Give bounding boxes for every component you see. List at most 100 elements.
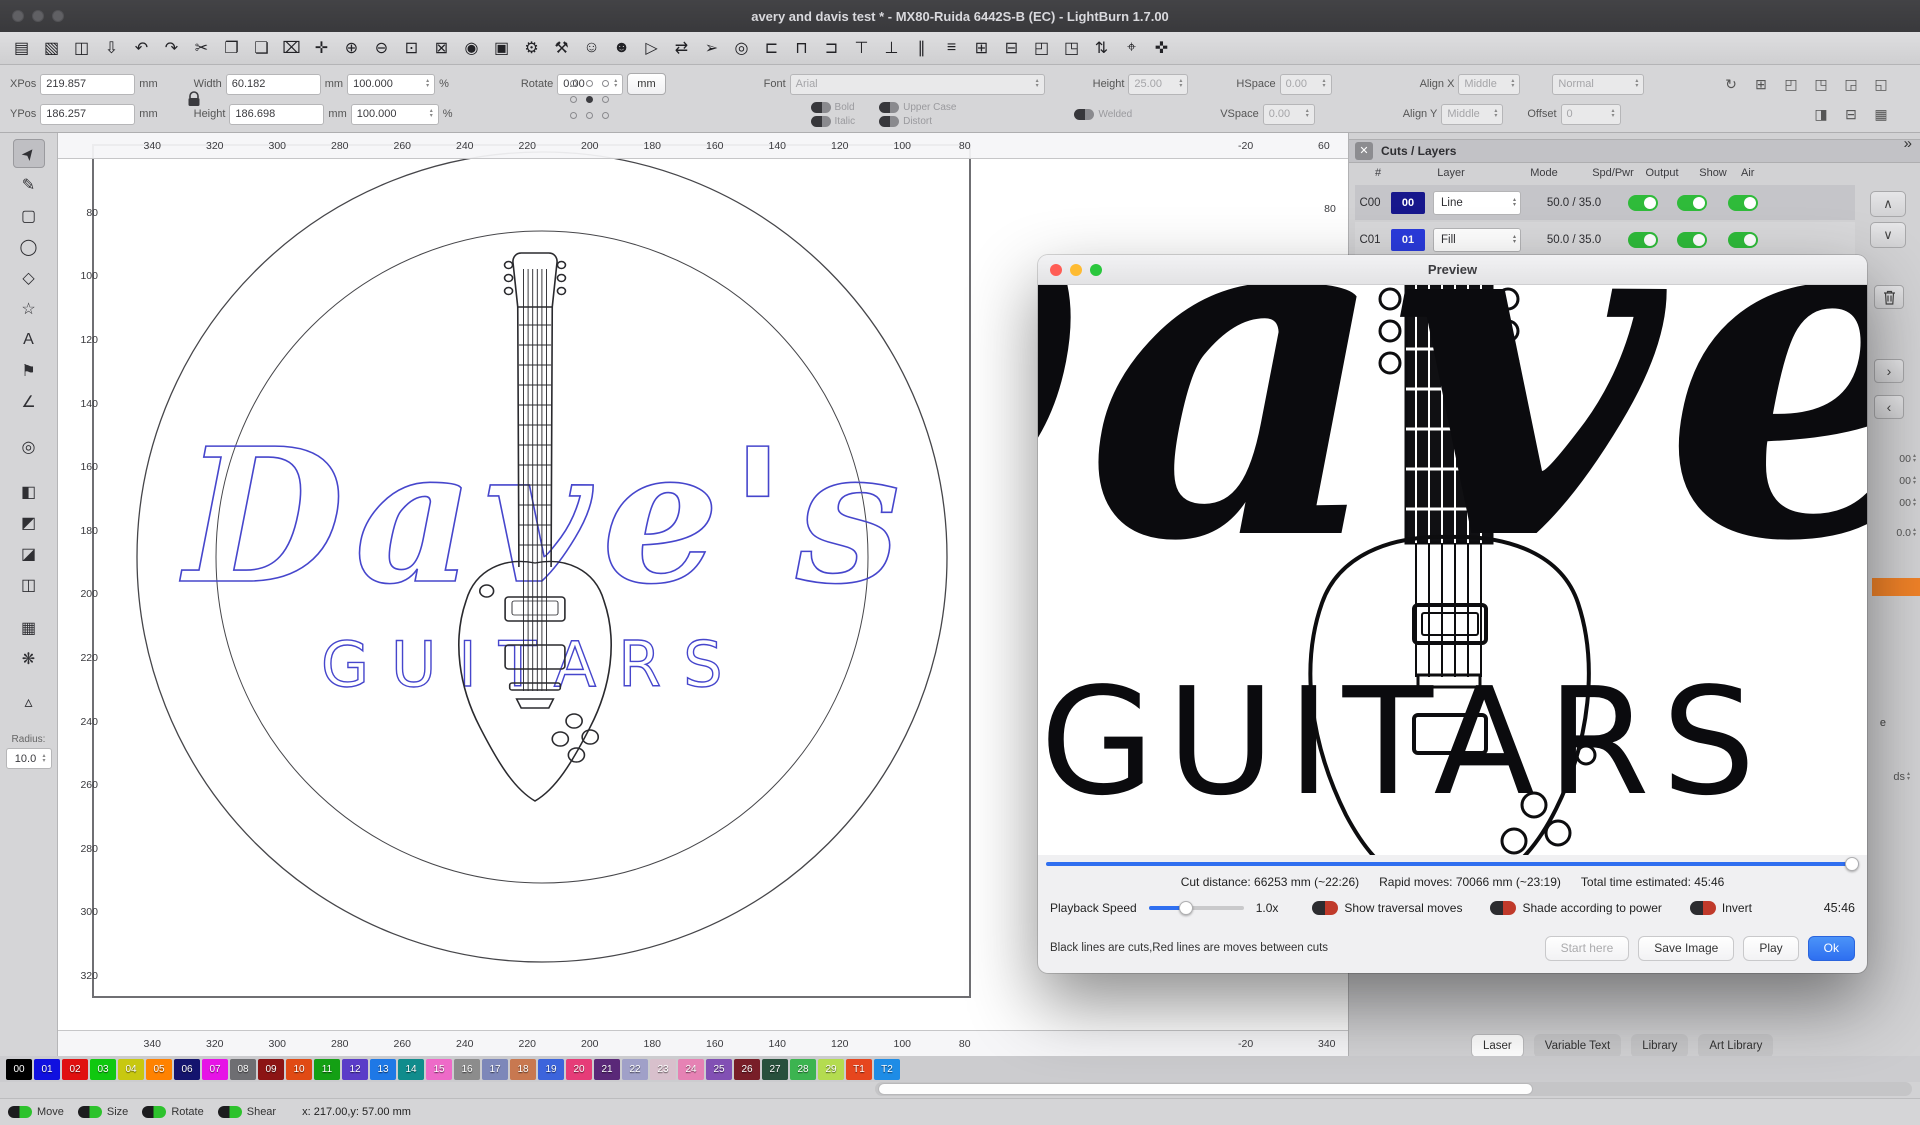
- toggle-shear[interactable]: [218, 1106, 242, 1118]
- clipped-spinbox[interactable]: 0.0▴▾: [1896, 527, 1916, 539]
- palette-swatch[interactable]: 04: [118, 1059, 144, 1080]
- width-percent-input[interactable]: 100.000▴▾: [347, 74, 435, 95]
- palette-swatch[interactable]: 27: [762, 1059, 788, 1080]
- rect-tool[interactable]: ▢: [13, 201, 45, 230]
- new-file-icon[interactable]: ▤: [8, 35, 35, 61]
- units-button[interactable]: mm: [627, 73, 665, 95]
- position-icon[interactable]: ⌖: [1118, 35, 1145, 61]
- intersect-tool[interactable]: ◪: [13, 539, 45, 568]
- ungroup-icon[interactable]: ⊟: [998, 35, 1025, 61]
- palette-swatch[interactable]: 00: [6, 1059, 32, 1080]
- toggle-move[interactable]: [8, 1106, 32, 1118]
- mode-select[interactable]: Fill▴▾: [1433, 228, 1521, 252]
- stepper-icon[interactable]: ▴▾: [1306, 109, 1309, 119]
- zoom-in-icon[interactable]: ⊕: [338, 35, 365, 61]
- camera-icon[interactable]: ◉: [458, 35, 485, 61]
- stepper-icon[interactable]: ▴▾: [1913, 528, 1916, 538]
- scrollbar-thumb[interactable]: [878, 1083, 1533, 1095]
- distribute-v-icon[interactable]: ≡: [938, 35, 965, 61]
- palette-swatch[interactable]: 12: [342, 1059, 368, 1080]
- ypos-input[interactable]: 186.257: [40, 104, 135, 125]
- align-right-icon[interactable]: ⊐: [818, 35, 845, 61]
- cut-icon[interactable]: ✂: [188, 35, 215, 61]
- palette-swatch[interactable]: 07: [202, 1059, 228, 1080]
- open-file-icon[interactable]: ▧: [38, 35, 65, 61]
- stepper-icon[interactable]: ▴▾: [614, 79, 617, 89]
- align-center-icon[interactable]: ⊓: [788, 35, 815, 61]
- ellipse-tool[interactable]: ◯: [13, 232, 45, 261]
- window-stack-icon[interactable]: ⊟: [1840, 101, 1862, 127]
- palette-swatch[interactable]: 08: [230, 1059, 256, 1080]
- welded-toggle[interactable]: [1074, 109, 1094, 120]
- align-left-icon[interactable]: ⊏: [758, 35, 785, 61]
- palette-swatch[interactable]: 24: [678, 1059, 704, 1080]
- air-toggle[interactable]: [1728, 195, 1758, 211]
- dock-layout-1-icon[interactable]: ◰: [1780, 71, 1802, 97]
- palette-swatch[interactable]: 16: [454, 1059, 480, 1080]
- clipped-spinbox[interactable]: 00▴▾: [1899, 475, 1916, 487]
- preview-progress-slider[interactable]: [1046, 857, 1859, 871]
- palette-swatch[interactable]: 28: [790, 1059, 816, 1080]
- font-height-input[interactable]: 25.00▴▾: [1128, 74, 1188, 95]
- horizontal-scrollbar[interactable]: [875, 1082, 1912, 1096]
- palette-swatch[interactable]: 13: [370, 1059, 396, 1080]
- anchor-grid[interactable]: [565, 75, 613, 123]
- grid-array-tool[interactable]: ▦: [13, 613, 45, 642]
- dock-layout-4-icon[interactable]: ◱: [1870, 71, 1892, 97]
- dock-right-icon[interactable]: ◳: [1058, 35, 1085, 61]
- palette-swatch[interactable]: 03: [90, 1059, 116, 1080]
- align-top-icon[interactable]: ⊤: [848, 35, 875, 61]
- output-device-icon[interactable]: ⊞: [1750, 71, 1772, 97]
- progress-knob[interactable]: [1845, 857, 1859, 871]
- tools-icon[interactable]: ⚒: [548, 35, 575, 61]
- clipped-spinbox[interactable]: ds▴▾: [1893, 771, 1910, 783]
- position-tool[interactable]: ⚑: [13, 356, 45, 385]
- palette-swatch[interactable]: 22: [622, 1059, 648, 1080]
- weld-tool[interactable]: ◧: [13, 477, 45, 506]
- trace-tool[interactable]: ▵: [13, 687, 45, 716]
- window-grid-icon[interactable]: ▦: [1870, 101, 1892, 127]
- stepper-icon[interactable]: ▴▾: [1913, 476, 1916, 486]
- mirror-icon[interactable]: ⇄: [668, 35, 695, 61]
- chevron-down-icon[interactable]: ▴▾: [1036, 79, 1039, 89]
- stepper-icon[interactable]: ▴▾: [426, 79, 429, 89]
- preview-titlebar[interactable]: Preview: [1038, 255, 1867, 285]
- dock-layout-2-icon[interactable]: ◳: [1810, 71, 1832, 97]
- hspace-input[interactable]: 0.00▴▾: [1280, 74, 1332, 95]
- distort-toggle[interactable]: [879, 116, 899, 127]
- draw-tool[interactable]: ✎: [13, 170, 45, 199]
- circular-array-tool[interactable]: ❋: [13, 644, 45, 673]
- vspace-input[interactable]: 0.00▴▾: [1263, 104, 1315, 125]
- polygon-tool[interactable]: ◇: [13, 263, 45, 292]
- output-toggle[interactable]: [1628, 195, 1658, 211]
- height-percent-input[interactable]: 100.000▴▾: [351, 104, 439, 125]
- group-icon[interactable]: ⊞: [968, 35, 995, 61]
- window-split-icon[interactable]: ◨: [1810, 101, 1832, 127]
- distribute-h-icon[interactable]: ∥: [908, 35, 935, 61]
- width-input[interactable]: 60.182: [226, 74, 321, 95]
- start-here-button[interactable]: Start here: [1545, 936, 1630, 961]
- stepper-icon[interactable]: ▴▾: [1612, 109, 1615, 119]
- undo-icon[interactable]: ↶: [128, 35, 155, 61]
- start-icon[interactable]: ▷: [638, 35, 665, 61]
- palette-swatch[interactable]: 21: [594, 1059, 620, 1080]
- focus-icon[interactable]: ◎: [728, 35, 755, 61]
- save-icon[interactable]: ◫: [68, 35, 95, 61]
- toggle-size[interactable]: [78, 1106, 102, 1118]
- show-toggle[interactable]: [1677, 195, 1707, 211]
- height-input[interactable]: 186.698: [229, 104, 324, 125]
- radius-input[interactable]: 10.0▴▾: [6, 748, 52, 769]
- dock-left-icon[interactable]: ◰: [1028, 35, 1055, 61]
- palette-swatch[interactable]: 25: [706, 1059, 732, 1080]
- delete-icon[interactable]: ⌧: [278, 35, 305, 61]
- chevron-down-icon[interactable]: ▴▾: [1635, 79, 1638, 89]
- star-tool[interactable]: ☆: [13, 294, 45, 323]
- chevron-down-icon[interactable]: ▴▾: [1494, 109, 1497, 119]
- palette-swatch[interactable]: 05: [146, 1059, 172, 1080]
- save-image-button[interactable]: Save Image: [1638, 936, 1734, 961]
- zoom-out-icon[interactable]: ⊖: [368, 35, 395, 61]
- ok-button[interactable]: Ok: [1808, 936, 1855, 961]
- align-y-select[interactable]: Middle▴▾: [1441, 104, 1503, 125]
- output-toggle[interactable]: [1628, 232, 1658, 248]
- stepper-icon[interactable]: ▴▾: [430, 109, 433, 119]
